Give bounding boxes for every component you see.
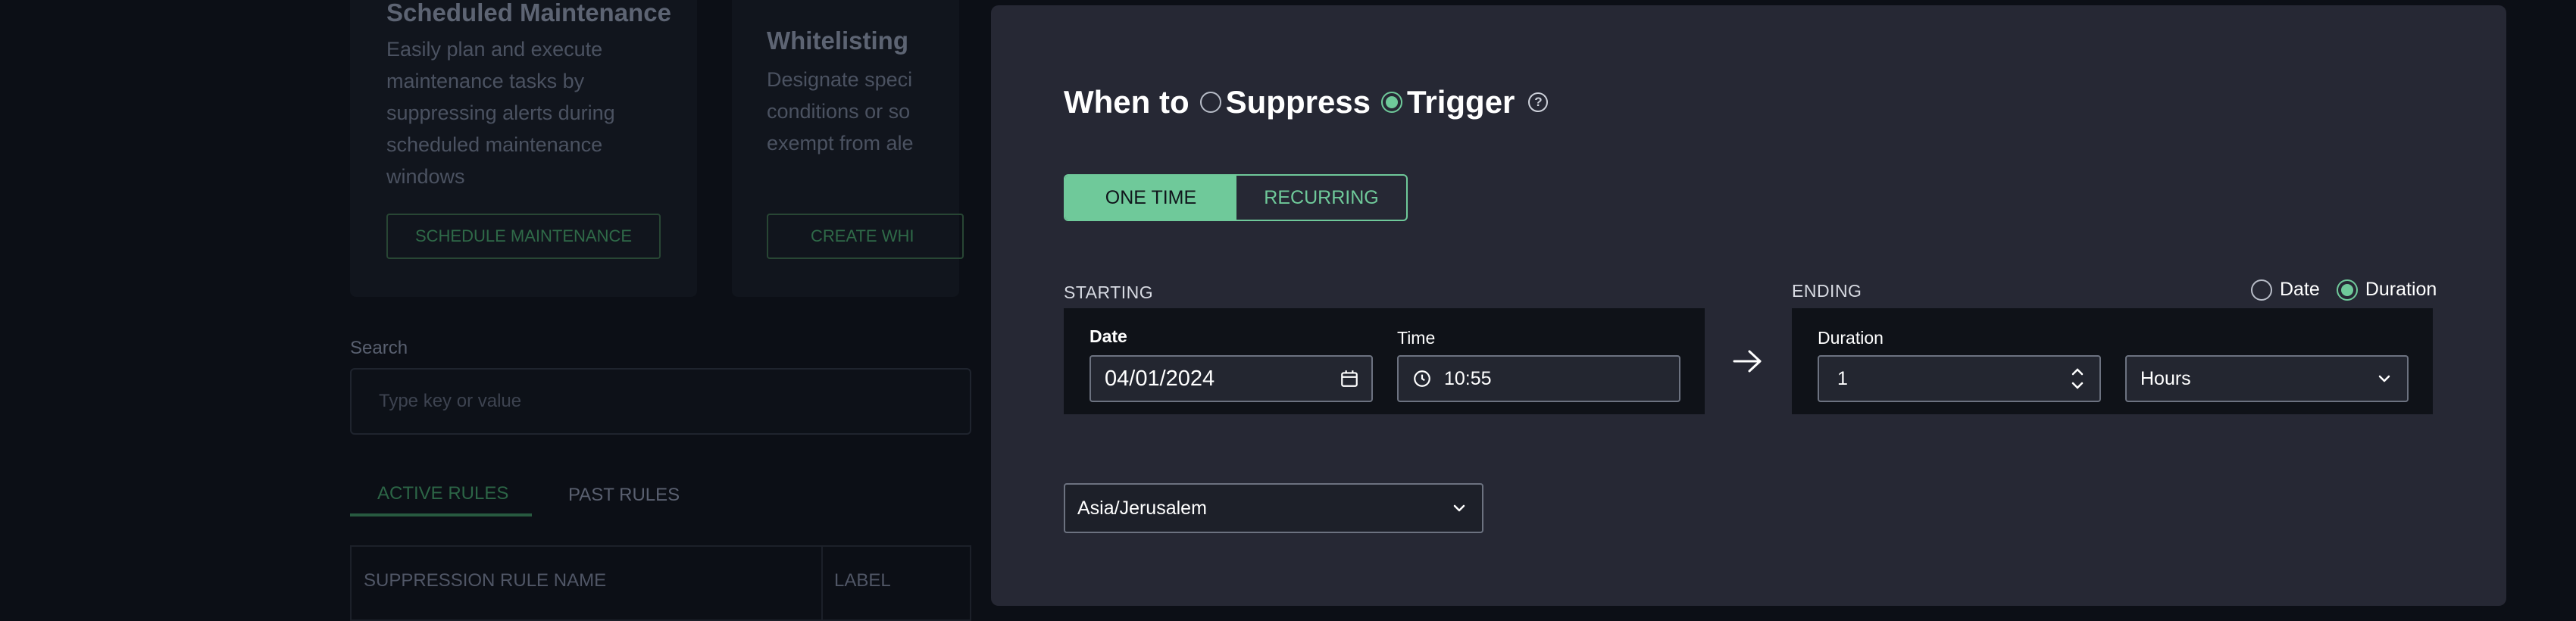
trigger-radio[interactable] (1381, 92, 1403, 113)
chevron-down-icon (1453, 504, 1465, 512)
tab-active-rules[interactable]: ACTIVE RULES (377, 483, 508, 504)
card-title: Scheduled Maintenance (386, 0, 671, 27)
column-header-label: LABEL (834, 570, 891, 591)
ending-panel: Duration 1 Hours (1792, 308, 2433, 414)
starting-panel: Date 04/01/2024 Time 10:55 (1064, 308, 1705, 414)
ending-label: ENDING (1792, 281, 1862, 301)
recurring-button[interactable]: RECURRING (1236, 176, 1406, 220)
trigger-label[interactable]: Trigger (1407, 84, 1515, 120)
question-circle-icon[interactable]: ? (1528, 92, 1549, 112)
time-label: Time (1397, 328, 1436, 348)
stepper-icon[interactable] (2071, 364, 2084, 393)
ending-mode-options: Date Duration (2251, 279, 2437, 301)
card-description: Designate speci conditions or so exempt … (767, 68, 914, 154)
ending-duration-radio[interactable] (2336, 279, 2358, 301)
card-title: Whitelisting (767, 27, 908, 55)
create-whitelist-button[interactable]: CREATE WHI (767, 214, 964, 259)
duration-label: Duration (1818, 328, 1884, 348)
table-column-divider (821, 545, 823, 621)
when-to-row: When to Suppress Trigger ? (1064, 81, 1549, 123)
search-label: Search (350, 338, 408, 358)
duration-value: 1 (1837, 367, 1848, 389)
timezone-value: Asia/Jerusalem (1077, 497, 1207, 519)
start-time-input[interactable]: 10:55 (1397, 355, 1680, 402)
schedule-modal: When to Suppress Trigger ? ONE TIME RECU… (991, 5, 2506, 606)
when-to-label: When to (1064, 84, 1190, 120)
start-date-value: 04/01/2024 (1105, 366, 1215, 391)
calendar-icon[interactable] (1340, 369, 1359, 389)
column-header-rule-name: SUPPRESSION RULE NAME (364, 570, 607, 591)
schedule-maintenance-button[interactable]: SCHEDULE MAINTENANCE (386, 214, 661, 259)
duration-input[interactable]: 1 (1818, 355, 2101, 402)
start-date-input[interactable]: 04/01/2024 (1089, 355, 1373, 402)
search-input[interactable]: Type key or value (350, 368, 971, 435)
start-time-value: 10:55 (1444, 367, 1492, 389)
duration-unit-value: Hours (2140, 367, 2191, 389)
schedule-type-toggle: ONE TIME RECURRING (1064, 174, 1408, 221)
one-time-button[interactable]: ONE TIME (1065, 176, 1236, 220)
duration-unit-select[interactable]: Hours (2125, 355, 2409, 402)
ending-duration-label[interactable]: Duration (2365, 279, 2437, 301)
suppress-label[interactable]: Suppress (1226, 84, 1371, 120)
scheduled-maintenance-card: Scheduled Maintenance Easily plan and ex… (350, 0, 697, 297)
tab-past-rules[interactable]: PAST RULES (568, 485, 680, 506)
suppress-radio[interactable] (1199, 92, 1221, 113)
ending-date-radio[interactable] (2251, 279, 2272, 301)
starting-label: STARTING (1064, 282, 1154, 302)
whitelisting-card: Whitelisting Designate speci conditions … (732, 0, 964, 297)
card-description: Easily plan and execute maintenance task… (386, 38, 615, 188)
clock-icon (1414, 370, 1430, 387)
timezone-select[interactable]: Asia/Jerusalem (1064, 483, 1483, 533)
date-label: Date (1089, 326, 1127, 346)
ending-date-label[interactable]: Date (2280, 279, 2320, 301)
chevron-down-icon (2378, 375, 2390, 382)
arrow-right-icon (1733, 350, 1762, 373)
active-tab-indicator (350, 513, 532, 516)
